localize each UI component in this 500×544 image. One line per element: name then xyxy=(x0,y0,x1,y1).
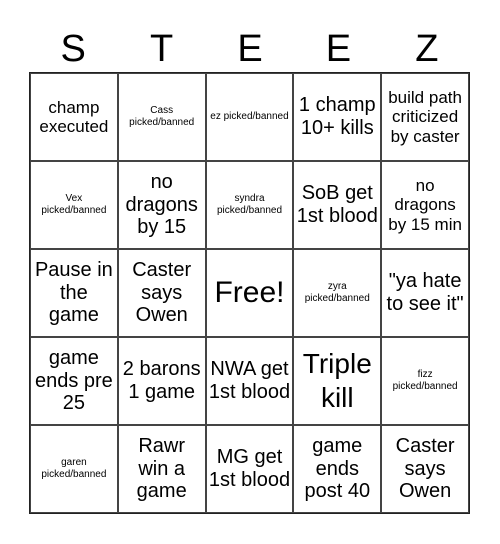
bingo-cell[interactable]: zyra picked/banned xyxy=(293,249,382,337)
header-letter: S xyxy=(60,28,86,70)
bingo-cell[interactable]: champ executed xyxy=(30,73,118,161)
bingo-cell[interactable]: 1 champ 10+ kills xyxy=(293,73,382,161)
bingo-cell[interactable]: garen picked/banned xyxy=(30,425,118,513)
bingo-cell[interactable]: 2 barons 1 game xyxy=(117,337,206,425)
bingo-cell[interactable]: MG get 1st blood xyxy=(205,425,294,513)
bingo-cell[interactable]: fizz picked/banned xyxy=(381,337,469,425)
header-letter: E xyxy=(325,28,352,70)
header-letter: Z xyxy=(415,28,439,70)
bingo-cell[interactable]: SoB get 1st blood xyxy=(293,161,382,249)
bingo-cell[interactable]: no dragons by 15 min xyxy=(381,161,469,249)
bingo-cell[interactable]: Triple kill xyxy=(293,337,382,425)
bingo-cell[interactable]: Vex picked/banned xyxy=(30,161,118,249)
bingo-cell[interactable]: Rawr win a game xyxy=(117,425,206,513)
bingo-cell[interactable]: syndra picked/banned xyxy=(205,161,294,249)
bingo-cell[interactable]: NWA get 1st blood xyxy=(205,337,294,425)
bingo-cell[interactable]: Caster says Owen xyxy=(381,425,469,513)
header-letter: T xyxy=(149,28,174,70)
bingo-cell[interactable]: Cass picked/banned xyxy=(117,73,206,161)
bingo-cell[interactable]: ez picked/banned xyxy=(205,73,294,161)
free-space-cell[interactable]: Free! xyxy=(205,249,294,337)
bingo-grid: champ executed Cass picked/banned ez pic… xyxy=(29,72,470,514)
header-letter: E xyxy=(237,28,263,70)
bingo-header: S T E E Z xyxy=(29,26,471,72)
bingo-cell[interactable]: "ya hate to see it" xyxy=(381,249,469,337)
bingo-cell[interactable]: Pause in the game xyxy=(30,249,118,337)
bingo-cell[interactable]: build path criticized by caster xyxy=(381,73,469,161)
bingo-cell[interactable]: Caster says Owen xyxy=(117,249,206,337)
bingo-cell[interactable]: no dragons by 15 xyxy=(117,161,206,249)
bingo-cell[interactable]: game ends post 40 xyxy=(293,425,382,513)
bingo-cell[interactable]: game ends pre 25 xyxy=(30,337,118,425)
